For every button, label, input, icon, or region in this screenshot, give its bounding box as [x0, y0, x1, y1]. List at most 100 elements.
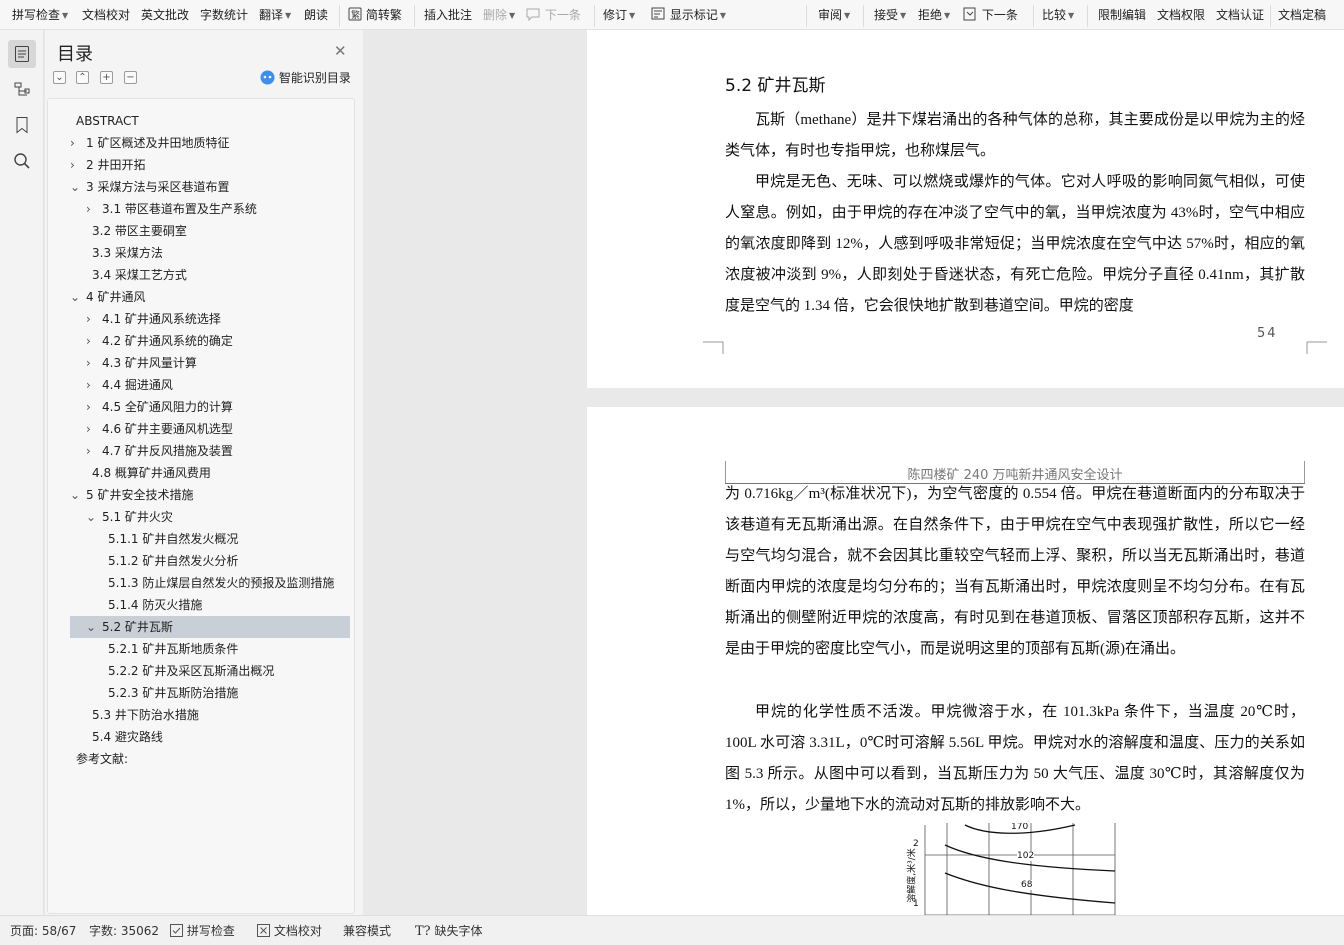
chart-curve-label: 102: [1017, 851, 1035, 861]
toc-item[interactable]: › 4.5 全矿通风阻力的计算: [70, 396, 350, 418]
bookmark-icon[interactable]: [8, 111, 36, 139]
spell-check-status[interactable]: 拼写检查: [170, 923, 235, 939]
spell-check-button[interactable]: 拼写检查 ▼: [12, 6, 68, 24]
restrict-edit-button[interactable]: 限制编辑: [1098, 6, 1146, 24]
toc-item[interactable]: 3.2 带区主要硐室: [70, 220, 350, 242]
spell-check-icon: [170, 924, 183, 937]
collapse-all-icon[interactable]: ⌃: [76, 71, 89, 84]
page-indicator[interactable]: 页面: 58/67: [10, 923, 76, 939]
chevron-right-icon[interactable]: ›: [70, 154, 86, 176]
chevron-down-icon[interactable]: ⌄: [70, 286, 86, 308]
toc-item[interactable]: 5.2.1 矿井瓦斯地质条件: [70, 638, 350, 660]
read-aloud-button[interactable]: 朗读: [304, 6, 328, 24]
chevron-right-icon[interactable]: ›: [86, 440, 102, 462]
paragraph[interactable]: 瓦斯（methane）是井下煤岩涌出的各种气体的总称，其主要成份是以甲烷为主的烃…: [725, 105, 1305, 167]
outline-panel-icon[interactable]: [8, 75, 36, 103]
delete-label: 删除: [483, 8, 508, 22]
chevron-right-icon[interactable]: ›: [86, 308, 102, 330]
compare-button[interactable]: 比较 ▼: [1042, 6, 1074, 24]
add-heading-icon[interactable]: +: [100, 71, 113, 84]
toc-item-label: 4.4 掘进通风: [102, 378, 173, 392]
missing-font-status[interactable]: T? 缺失字体: [415, 923, 482, 939]
toc-item[interactable]: 5.1.3 防止煤层自然发火的预报及监测措施: [70, 572, 350, 594]
toc-item[interactable]: › 4.3 矿井风量计算: [70, 352, 350, 374]
toc-item[interactable]: › 4.4 掘进通风: [70, 374, 350, 396]
doc-proofread-button[interactable]: 文档校对: [82, 6, 130, 24]
toc-list: ABSTRACT › 1 矿区概述及井田地质特征 › 2 井田开拓 ⌄ 3 采煤方法与采区巷…: [47, 98, 355, 914]
chevron-down-icon[interactable]: ⌄: [86, 506, 102, 528]
toc-item[interactable]: 5.1.2 矿井自然发火分析: [70, 550, 350, 572]
chevron-right-icon[interactable]: ›: [86, 330, 102, 352]
toc-item[interactable]: 5.2.3 矿井瓦斯防治措施: [70, 682, 350, 704]
chevron-down-icon[interactable]: ⌄: [86, 616, 102, 638]
chevron-down-icon[interactable]: ⌄: [70, 176, 86, 198]
chevron-right-icon[interactable]: ›: [86, 418, 102, 440]
toc-item-label: 5.1.4 防灭火措施: [108, 598, 203, 612]
toc-item[interactable]: 3.4 采煤工艺方式: [70, 264, 350, 286]
toc-item-label: 5.2.2 矿井及采区瓦斯涌出概况: [108, 664, 275, 678]
ribbon-divider: [594, 5, 595, 27]
toc-item[interactable]: › 2 井田开拓: [70, 154, 350, 176]
toc-item[interactable]: ⌄ 5 矿井安全技术措施: [70, 484, 350, 506]
paragraph[interactable]: 为 0.716kg／m³(标准状况下)，为空气密度的 0.554 倍。甲烷在巷道…: [725, 479, 1305, 665]
toc-item[interactable]: › 4.6 矿井主要通风机选型: [70, 418, 350, 440]
toc-item[interactable]: 5.1.4 防灭火措施: [70, 594, 350, 616]
toc-item[interactable]: ABSTRACT: [70, 110, 350, 132]
toc-item[interactable]: › 4.2 矿井通风系统的确定: [70, 330, 350, 352]
toc-item[interactable]: ⌄ 5.2 矿井瓦斯: [70, 616, 350, 638]
toc-item[interactable]: 4.8 概算矿井通风费用: [70, 462, 350, 484]
chevron-right-icon[interactable]: ›: [86, 198, 102, 220]
chevron-right-icon[interactable]: ›: [70, 132, 86, 154]
close-icon[interactable]: ✕: [334, 42, 347, 60]
compat-mode-indicator[interactable]: 兼容模式: [343, 923, 391, 939]
doc-finalize-button[interactable]: 文档定稿: [1278, 6, 1326, 24]
toc-item[interactable]: ⌄ 5.1 矿井火灾: [70, 506, 350, 528]
toc-item[interactable]: 5.4 避灾路线: [70, 726, 350, 748]
toc-item[interactable]: › 3.1 带区巷道布置及生产系统: [70, 198, 350, 220]
doc-certify-button[interactable]: 文档认证: [1216, 6, 1264, 24]
chevron-down-icon[interactable]: ⌄: [70, 484, 86, 506]
remove-heading-icon[interactable]: −: [124, 71, 137, 84]
english-review-button[interactable]: 英文批改: [141, 6, 189, 24]
word-count-indicator[interactable]: 字数: 35062: [89, 923, 159, 939]
delete-comment-button[interactable]: 删除 ▼: [483, 6, 515, 24]
status-bar: 页面: 58/67 字数: 35062 拼写检查 文档校对 兼容模式 T? 缺失…: [0, 915, 1344, 945]
search-icon[interactable]: [8, 147, 36, 175]
review-button[interactable]: 审阅 ▼: [818, 6, 850, 24]
chevron-right-icon[interactable]: ›: [86, 352, 102, 374]
simp-trad-button[interactable]: 繁 简转繁: [348, 6, 402, 24]
insert-comment-button[interactable]: 插入批注: [424, 6, 472, 24]
doc-permission-button[interactable]: 文档权限: [1157, 6, 1205, 24]
toc-item[interactable]: ⌄ 3 采煤方法与采区巷道布置: [70, 176, 350, 198]
paragraph[interactable]: 甲烷的化学性质不活泼。甲烷微溶于水，在 101.3kPa 条件下，当温度 20℃…: [725, 697, 1305, 821]
chevron-right-icon[interactable]: ›: [86, 374, 102, 396]
revise-button[interactable]: 修订 ▼: [603, 6, 635, 24]
toc-item[interactable]: › 1 矿区概述及井田地质特征: [70, 132, 350, 154]
toc-item[interactable]: 参考文献:: [70, 748, 350, 770]
smart-toc-button[interactable]: 智能识别目录: [260, 70, 351, 86]
accept-button[interactable]: 接受 ▼: [874, 6, 906, 24]
toc-item-label: 4.5 全矿通风阻力的计算: [102, 400, 233, 414]
show-marks-button[interactable]: 显示标记 ▼: [651, 6, 726, 24]
toc-item[interactable]: ⌄ 4 矿井通风: [70, 286, 350, 308]
translate-button[interactable]: 翻译 ▼: [259, 6, 291, 24]
proofread-status[interactable]: 文档校对: [257, 923, 322, 939]
next-comment-button[interactable]: 下一条: [526, 6, 581, 24]
toc-item-label: 5.1 矿井火灾: [102, 510, 173, 524]
toc-item-label: 4.8 概算矿井通风费用: [92, 466, 211, 480]
toc-item-label: 4.6 矿井主要通风机选型: [102, 422, 233, 436]
toc-panel-icon[interactable]: [8, 40, 36, 68]
toc-item[interactable]: › 4.1 矿井通风系统选择: [70, 308, 350, 330]
paragraph[interactable]: 甲烷是无色、无味、可以燃烧或爆炸的气体。它对人呼吸的影响同氮气相似，可使人窒息。…: [725, 167, 1305, 323]
toc-item[interactable]: 5.3 井下防治水措施: [70, 704, 350, 726]
toc-item[interactable]: › 4.7 矿井反风措施及装置: [70, 440, 350, 462]
expand-all-icon[interactable]: ⌄: [53, 71, 66, 84]
toc-item[interactable]: 5.2.2 矿井及采区瓦斯涌出概况: [70, 660, 350, 682]
toc-item[interactable]: 3.3 采煤方法: [70, 242, 350, 264]
reject-button[interactable]: 拒绝 ▼: [918, 6, 950, 24]
next-change-button[interactable]: 下一条: [963, 6, 1018, 24]
toc-item-label: 5.2.1 矿井瓦斯地质条件: [108, 642, 239, 656]
toc-item[interactable]: 5.1.1 矿井自然发火概况: [70, 528, 350, 550]
chevron-right-icon[interactable]: ›: [86, 396, 102, 418]
word-count-button[interactable]: 字数统计: [200, 6, 248, 24]
